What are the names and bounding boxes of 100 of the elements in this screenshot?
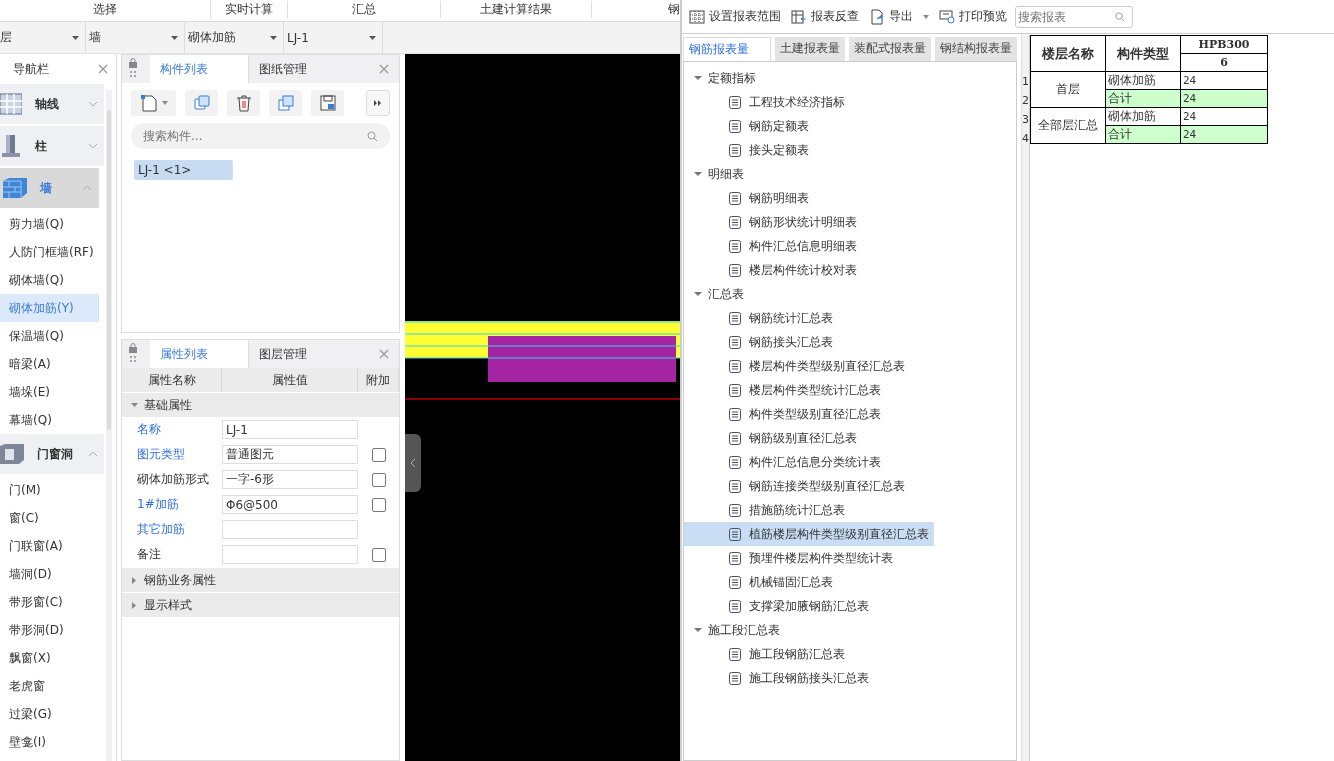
nav-item[interactable]: 墙洞(D) [0, 560, 104, 588]
nav-item[interactable]: 砌体加筋(Y) [0, 294, 99, 322]
report-item[interactable]: 工程技术经济指标 [684, 90, 849, 114]
lock-icon[interactable] [128, 58, 138, 80]
report-item[interactable]: 钢筋连接类型级别直径汇总表 [684, 474, 909, 498]
nav-item[interactable]: 门联窗(A) [0, 532, 104, 560]
scrollbar-thumb[interactable] [107, 110, 111, 430]
toolbar-button[interactable]: 设置报表范围 [687, 5, 783, 28]
report-item[interactable]: 构件汇总信息明细表 [684, 234, 861, 258]
save-button[interactable] [311, 90, 344, 116]
checkbox[interactable] [371, 497, 386, 512]
report-item[interactable]: 施工段钢筋接头汇总表 [684, 666, 873, 690]
document-icon [729, 551, 741, 565]
nav-item[interactable]: 幕墙(Q) [0, 406, 104, 434]
nav-group[interactable]: 轴线 [0, 84, 104, 124]
document-icon [729, 119, 741, 133]
report-item[interactable]: 预埋件楼层构件类型统计表 [684, 546, 897, 570]
property-group[interactable]: 显示样式 [122, 593, 399, 617]
new-button[interactable] [131, 90, 176, 116]
property-name: 1#加筋 [136, 496, 180, 513]
lock-icon[interactable] [128, 343, 138, 365]
nav-item[interactable]: 老虎窗 [0, 672, 104, 700]
copy-button[interactable] [185, 90, 218, 116]
property-value-field[interactable]: LJ-1 [222, 420, 358, 439]
report-tab[interactable]: 钢结构报表量 [935, 37, 1017, 61]
ribbon-group-label: 实时计算 [211, 1, 288, 18]
property-group[interactable]: 钢筋业务属性 [122, 568, 399, 592]
report-item[interactable]: 楼层构件类型统计汇总表 [684, 378, 885, 402]
layer-copy-button[interactable] [269, 90, 302, 116]
caret-icon [923, 14, 929, 19]
report-item[interactable]: 钢筋接头汇总表 [684, 330, 837, 354]
report-tab[interactable]: 装配式报表量 [849, 37, 931, 61]
report-item[interactable]: 楼层构件类型级别直径汇总表 [684, 354, 909, 378]
nav-item[interactable]: 窗(C) [0, 504, 104, 532]
nav-item[interactable]: 带形洞(D) [0, 616, 104, 644]
delete-button[interactable] [227, 90, 260, 116]
report-item[interactable]: 钢筋统计汇总表 [684, 306, 837, 330]
report-tab[interactable]: 钢筋报表量 [683, 37, 771, 61]
report-item[interactable]: 楼层构件统计校对表 [684, 258, 861, 282]
chevron-icon [410, 458, 416, 468]
property-group[interactable]: 基础属性 [122, 393, 399, 417]
report-item[interactable]: 支撑梁加腋钢筋汇总表 [684, 594, 873, 618]
nav-group[interactable]: 门窗洞 [0, 434, 104, 474]
report-tab[interactable]: 土建报表量 [775, 37, 845, 61]
dropdown[interactable]: 砌体加筋 [185, 22, 284, 53]
checkbox[interactable] [371, 447, 386, 462]
nav-item[interactable]: 门(M) [0, 476, 104, 504]
nav-item[interactable]: 砌体墙(Q) [0, 266, 104, 294]
toolbar-button[interactable]: 打印预览 [937, 5, 1009, 28]
property-value-field[interactable] [222, 520, 358, 539]
dropdown[interactable]: LJ-1 [284, 22, 383, 53]
report-item[interactable]: 施工段钢筋汇总表 [684, 642, 849, 666]
property-value-field[interactable] [222, 545, 358, 564]
nav-item[interactable]: 壁龛(I) [0, 728, 104, 756]
tree-group[interactable]: 施工段汇总表 [684, 618, 1016, 642]
nav-item[interactable]: 飘窗(X) [0, 644, 104, 672]
property-value-field[interactable]: 一字-6形 [222, 470, 358, 489]
report-item[interactable]: 措施筋统计汇总表 [684, 498, 849, 522]
close-icon[interactable] [379, 64, 389, 74]
property-value-field[interactable]: Φ6@500 [222, 495, 358, 514]
tree-group[interactable]: 明细表 [684, 162, 1016, 186]
more-button[interactable] [366, 90, 390, 116]
panel-tab[interactable]: 属性列表 [150, 340, 249, 368]
nav-item[interactable]: 人防门框墙(RF) [0, 238, 104, 266]
dropdown[interactable]: 墙 [86, 22, 185, 53]
dropdown[interactable]: 层 [0, 22, 86, 53]
report-item[interactable]: 接头定额表 [684, 138, 813, 162]
report-item[interactable]: 构件汇总信息分类统计表 [684, 450, 885, 474]
nav-item[interactable]: 带形窗(C) [0, 588, 104, 616]
component-item[interactable]: LJ-1 <1> [134, 160, 233, 180]
document-icon [729, 503, 741, 517]
close-icon[interactable] [379, 349, 389, 359]
toolbar-button[interactable]: 报表反查 [789, 5, 861, 28]
report-item[interactable]: 钢筋定额表 [684, 114, 813, 138]
report-item[interactable]: 钢筋级别直径汇总表 [684, 426, 861, 450]
toolbar-button[interactable]: 导出 [867, 5, 931, 28]
panel-tab[interactable]: 图纸管理 [249, 55, 317, 83]
nav-group[interactable]: 柱 [0, 126, 104, 166]
checkbox[interactable] [371, 472, 386, 487]
door-frame-icon [0, 444, 24, 464]
tree-group[interactable]: 汇总表 [684, 282, 1016, 306]
search-field[interactable]: 搜索构件... [131, 123, 390, 149]
nav-item[interactable]: 过梁(G) [0, 700, 104, 728]
report-item[interactable]: 植筋楼层构件类型级别直径汇总表 [684, 522, 934, 546]
panel-tab[interactable]: 构件列表 [150, 55, 249, 83]
panel-tab[interactable]: 图层管理 [249, 340, 317, 368]
report-item[interactable]: 钢筋明细表 [684, 186, 813, 210]
nav-item[interactable]: 墙垛(E) [0, 378, 104, 406]
search-field[interactable]: 搜索报表 [1015, 5, 1133, 28]
report-item[interactable]: 构件类型级别直径汇总表 [684, 402, 885, 426]
nav-item[interactable]: 保温墙(Q) [0, 322, 104, 350]
nav-item[interactable]: 剪力墙(Q) [0, 210, 104, 238]
report-item[interactable]: 机械锚固汇总表 [684, 570, 837, 594]
tree-group[interactable]: 定额指标 [684, 66, 1016, 90]
nav-item[interactable]: 暗梁(A) [0, 350, 104, 378]
report-item[interactable]: 钢筋形状统计明细表 [684, 210, 861, 234]
checkbox[interactable] [371, 547, 386, 562]
collapse-handle[interactable] [405, 434, 421, 492]
close-icon[interactable] [98, 64, 108, 74]
property-value-field[interactable]: 普通图元 [222, 445, 358, 464]
